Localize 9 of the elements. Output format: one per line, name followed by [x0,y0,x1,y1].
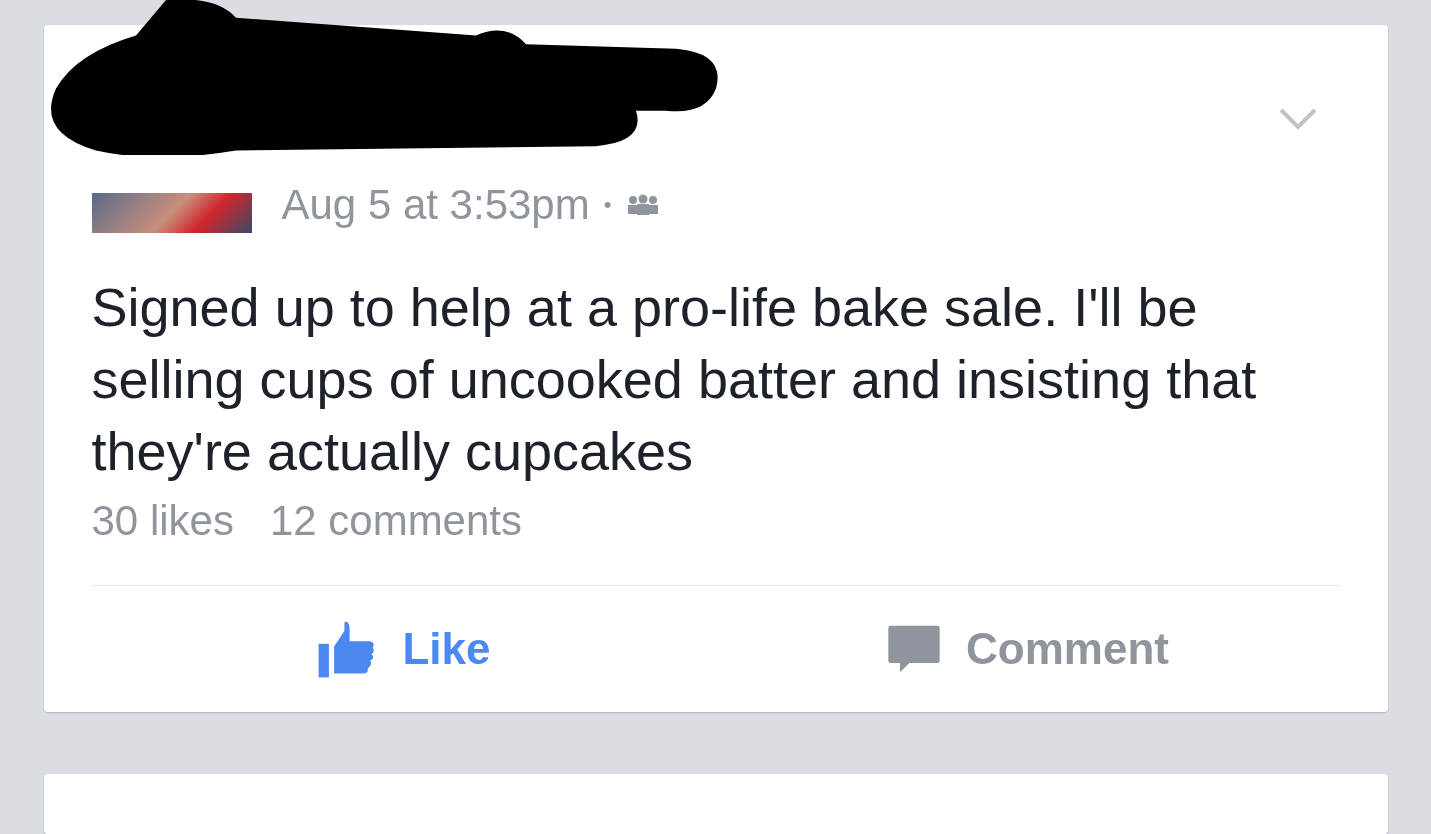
comments-count[interactable]: 12 comments [269,497,522,545]
post-timestamp[interactable]: Aug 5 at 3:53pm [281,181,590,229]
post-text: Signed up to help at a pro-life bake sale. I'll be selling cups of uncooked batter and insisting that they're actually cupcakes [91,276,1258,483]
photo-placeholder[interactable] [91,193,252,233]
comment-button[interactable]: Comment [715,586,1340,712]
chevron-down-icon[interactable] [1277,107,1318,131]
likes-count[interactable]: 30 likes [91,497,234,545]
like-button[interactable]: Like [91,586,716,712]
separator-dot: • [603,192,612,218]
